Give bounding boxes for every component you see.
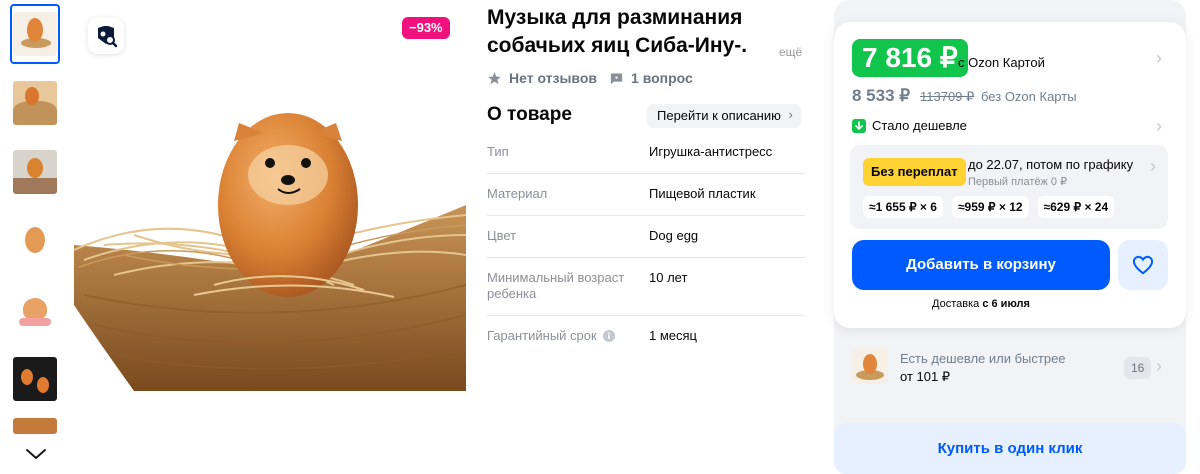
price-old: 113709 ₽ <box>920 89 975 104</box>
spec-value: Dog egg <box>649 228 699 243</box>
delivery-prefix: Доставка <box>932 298 980 310</box>
chevron-down-icon[interactable] <box>22 444 50 464</box>
chat-bubble-icon <box>610 73 623 84</box>
installment-options: ≈1 655 ₽ × 6 ≈959 ₽ × 12 ≈629 ₽ × 24 <box>863 196 1123 218</box>
without-card-label: без Ozon Карты <box>981 89 1077 104</box>
price-drop-indicator[interactable]: Стало дешевле <box>852 118 967 133</box>
arrow-down-icon <box>852 118 866 133</box>
chevron-right-icon[interactable]: › <box>1156 356 1162 377</box>
spec-row: Материал Пищевой пластик <box>487 174 805 216</box>
product-title-line2: собачьих яиц Сиба-Ину-. <box>487 34 748 57</box>
spec-row: Тип Игрушка-антистресс <box>487 132 805 174</box>
thumbnail-4[interactable] <box>10 211 60 271</box>
about-heading: О товаре <box>487 104 572 125</box>
chevron-right-icon[interactable]: › <box>1156 116 1162 137</box>
spec-value: 1 месяц <box>649 328 697 343</box>
spec-row: Минимальный возраст ребенка 10 лет <box>487 258 805 316</box>
product-meta: Нет отзывов 1 вопрос <box>487 70 693 86</box>
spec-value: 10 лет <box>649 270 688 285</box>
first-payment: Первый платёж 0 ₽ <box>968 176 1068 188</box>
reviews-link[interactable]: Нет отзывов <box>487 70 597 86</box>
alternatives-text: Есть дешевле или быстрее <box>900 351 1066 366</box>
with-card-label: с Ozon Картой <box>958 55 1045 70</box>
no-overpay-badge: Без переплат <box>863 158 966 186</box>
price-with-card: 7 816 ₽ <box>852 39 968 77</box>
favorite-button[interactable] <box>1118 240 1168 290</box>
spec-key: Минимальный возраст ребенка <box>487 270 625 301</box>
thumbnail-1[interactable] <box>10 4 60 64</box>
star-icon <box>488 71 501 84</box>
chevron-right-icon[interactable]: › <box>1150 156 1156 177</box>
alternatives-price: от 101 ₽ <box>900 369 951 384</box>
spec-table: Тип Игрушка-антистресс Материал Пищевой … <box>487 132 805 357</box>
questions-link[interactable]: 1 вопрос <box>609 70 693 86</box>
spec-row: Гарантийный срок 1 месяц <box>487 316 805 357</box>
delivery-info: Доставка с 6 июля <box>852 298 1110 310</box>
installment-text: до 22.07, потом по графику <box>968 157 1134 172</box>
spec-value: Пищевой пластик <box>649 186 756 201</box>
cheaper-label: Стало дешевле <box>872 118 967 133</box>
discount-badge: −93% <box>402 17 450 39</box>
delivery-date: с 6 июля <box>982 298 1030 310</box>
goto-description-button[interactable]: Перейти к описанию <box>647 103 801 128</box>
spec-key: Гарантийный срок <box>487 328 649 344</box>
spec-value: Игрушка-антистресс <box>649 144 773 159</box>
installment-chip[interactable]: ≈629 ₽ × 24 <box>1037 196 1115 218</box>
reviews-label: Нет отзывов <box>509 70 598 86</box>
installment-chip[interactable]: ≈959 ₽ × 12 <box>951 196 1029 218</box>
thumbnail-6[interactable] <box>10 349 60 409</box>
add-to-cart-button[interactable]: Добавить в корзину <box>852 240 1110 290</box>
spec-key-label: Гарантийный срок <box>487 328 597 343</box>
spec-key: Материал <box>487 186 548 201</box>
product-page: −93% Музыка для разминания собачьих яиц … <box>0 0 1200 474</box>
questions-label: 1 вопрос <box>631 70 693 86</box>
info-icon[interactable] <box>602 330 615 342</box>
heart-icon <box>1132 255 1154 275</box>
price-regular: 8 533 ₽ <box>852 86 911 105</box>
buy-one-click-button[interactable]: Купить в один клик <box>834 423 1186 474</box>
thumbnail-3[interactable] <box>10 142 60 202</box>
alternatives-count: 16 <box>1124 357 1152 379</box>
chevron-right-icon[interactable]: › <box>1156 48 1162 69</box>
thumbnail-strip <box>10 4 60 434</box>
spec-row: Цвет Dog egg <box>487 216 805 258</box>
thumbnail-5[interactable] <box>10 280 60 340</box>
thumbnail-7[interactable] <box>10 418 60 434</box>
thumbnail-2[interactable] <box>10 73 60 133</box>
product-title: Музыка для разминания собачьих яиц Сиба-… <box>487 4 802 60</box>
spec-key: Цвет <box>487 228 517 243</box>
cheaper-alternatives[interactable] <box>852 348 900 384</box>
alternative-thumbnail <box>852 348 888 384</box>
installment-chip[interactable]: ≈1 655 ₽ × 6 <box>863 196 943 218</box>
image-search-icon[interactable] <box>88 18 124 54</box>
product-title-line1: Музыка для разминания <box>487 6 743 29</box>
title-more-link[interactable]: ещё <box>779 38 802 66</box>
spec-key: Тип <box>487 144 509 159</box>
main-product-image[interactable] <box>73 5 467 391</box>
